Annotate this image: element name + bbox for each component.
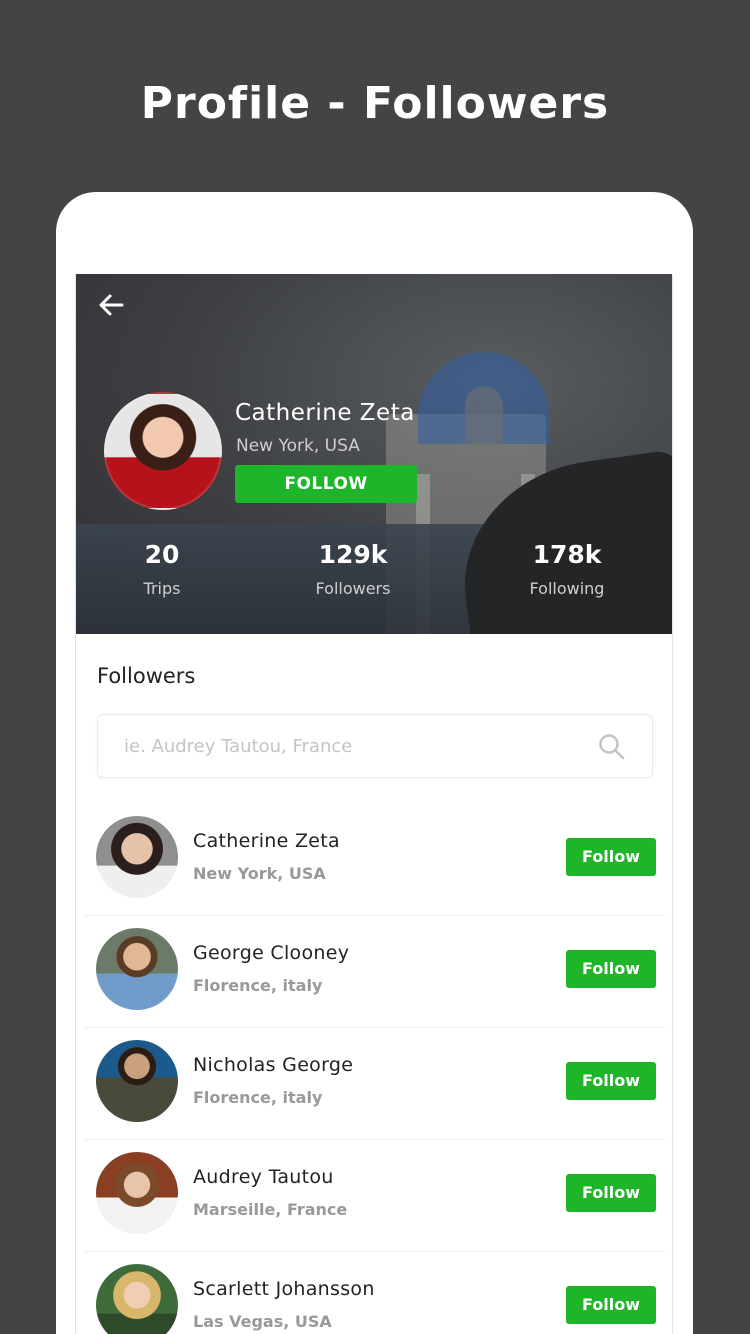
follower-name: Scarlett Johansson [193,1278,375,1300]
list-item[interactable]: Audrey Tautou Marseille, France Follow [84,1140,666,1252]
follower-name: Nicholas George [193,1054,354,1076]
follow-button[interactable]: Follow [566,1286,656,1324]
stat-value: 20 [144,540,180,569]
stat-value: 129k [318,540,388,569]
profile-header: Catherine Zeta New York, USA FOLLOW 20 T… [76,274,672,634]
follower-location: Florence, italy [193,976,323,995]
stat-following[interactable]: 178k Following [487,540,647,598]
follower-location: Marseille, France [193,1200,348,1219]
follower-location: Florence, italy [193,1088,323,1107]
stat-trips: 20 Trips [82,540,242,598]
background-dome-arch [465,386,503,446]
follow-button[interactable]: Follow [566,838,656,876]
avatar [96,1152,178,1234]
search-icon[interactable] [598,733,626,761]
follow-button[interactable]: Follow [566,1174,656,1212]
stat-label: Followers [315,579,391,598]
follower-location: Las Vegas, USA [193,1312,332,1331]
follower-name: Catherine Zeta [193,830,340,852]
follower-location: New York, USA [193,864,326,883]
search-box [97,714,653,778]
page-heading: Profile - Followers [140,78,610,129]
stat-label: Trips [143,579,181,598]
profile-location: New York, USA [236,436,360,456]
avatar [96,928,178,1010]
arrow-left-icon[interactable] [94,288,128,322]
stat-label: Following [529,579,605,598]
avatar [96,1264,178,1334]
list-item[interactable]: Nicholas George Florence, italy Follow [84,1028,666,1140]
followers-list: Catherine Zeta New York, USA Follow Geor… [76,804,672,1334]
follow-button[interactable]: FOLLOW [235,465,417,503]
stat-followers[interactable]: 129k Followers [273,540,433,598]
avatar [96,1040,178,1122]
avatar [96,816,178,898]
phone-top-curve [56,192,693,262]
follow-button[interactable]: Follow [566,1062,656,1100]
profile-avatar [104,392,222,510]
follower-name: Audrey Tautou [193,1166,334,1188]
list-item[interactable]: George Clooney Florence, italy Follow [84,916,666,1028]
follow-button[interactable]: Follow [566,950,656,988]
follower-name: George Clooney [193,942,350,964]
section-title: Followers [97,664,196,688]
search-input[interactable] [124,715,584,777]
stat-value: 178k [532,540,602,569]
app-screen: Catherine Zeta New York, USA FOLLOW 20 T… [75,274,673,1334]
list-item[interactable]: Catherine Zeta New York, USA Follow [84,804,666,916]
list-item[interactable]: Scarlett Johansson Las Vegas, USA Follow [84,1252,666,1334]
profile-name: Catherine Zeta [235,400,415,426]
